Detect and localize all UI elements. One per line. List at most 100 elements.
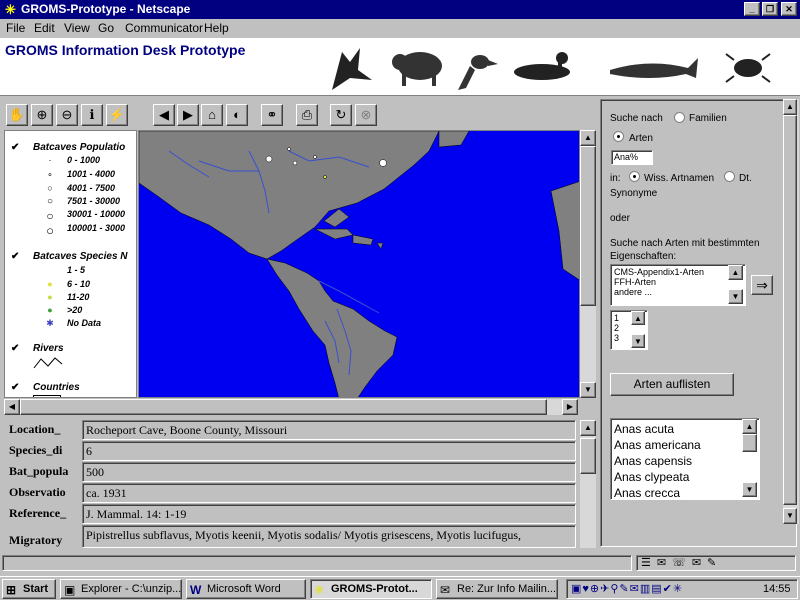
- close-button[interactable]: ✕: [781, 2, 797, 16]
- list-item[interactable]: FFH-Arten: [614, 277, 745, 287]
- list-item[interactable]: Anas acuta: [614, 421, 759, 437]
- status-icons: ☰✉☏✉✎: [636, 555, 796, 571]
- symbol-circle-2: ∘: [47, 169, 53, 179]
- radio-dt-artnamen[interactable]: [724, 171, 735, 182]
- attribute-value[interactable]: 500: [82, 462, 576, 482]
- legend-class: No Data: [67, 318, 102, 328]
- menu-communicator[interactable]: Communicator: [125, 21, 203, 35]
- attribute-key: Migratory: [9, 533, 63, 547]
- scroll-down-arrow-icon[interactable]: ▼: [728, 289, 743, 304]
- task-explorer[interactable]: ▣ Explorer - C:\unzip...: [60, 579, 182, 599]
- page-vertical-scrollbar[interactable]: ▲ ▼: [783, 99, 799, 524]
- synonyme-label: Synonyme: [610, 188, 658, 199]
- list-item[interactable]: Anas crecca: [614, 485, 759, 501]
- layer-checkbox-batcaves-population[interactable]: ✔: [11, 143, 22, 154]
- menu-go[interactable]: Go: [98, 21, 114, 35]
- scroll-up-arrow-icon[interactable]: ▲: [631, 311, 645, 325]
- layer-checkbox-countries[interactable]: ✔: [11, 383, 22, 394]
- scroll-up-arrow-icon[interactable]: ▲: [783, 99, 797, 115]
- attribute-value[interactable]: Pipistrellus subflavus, Myotis keenii, M…: [82, 525, 576, 548]
- scroll-up-arrow-icon[interactable]: ▲: [728, 265, 743, 280]
- forward-arrow-icon[interactable]: ▶: [177, 104, 199, 126]
- legend-class: 11-20: [67, 292, 90, 302]
- scroll-up-arrow-icon[interactable]: ▲: [580, 130, 596, 146]
- list-item[interactable]: CMS-Appendix1-Arten: [614, 267, 745, 277]
- scroll-up-arrow-icon[interactable]: ▲: [742, 419, 757, 434]
- scroll-thumb[interactable]: [20, 399, 547, 415]
- layer-name: Batcaves Species N: [33, 251, 128, 262]
- layer-checkbox-batcaves-species[interactable]: ✔: [11, 252, 22, 263]
- menu-view[interactable]: View: [64, 21, 90, 35]
- home-icon[interactable]: ⌂: [201, 104, 223, 126]
- list-item[interactable]: Anas americana: [614, 437, 759, 453]
- scroll-thumb[interactable]: [783, 115, 797, 505]
- number-listbox[interactable]: 1 2 3 ▲ ▼: [610, 310, 648, 350]
- hotlink-icon[interactable]: ⚡: [106, 104, 128, 126]
- word-icon: W: [190, 583, 202, 597]
- task-groms[interactable]: ✳ GROMS-Protot...: [310, 579, 432, 599]
- table-vertical-scrollbar[interactable]: ▲: [580, 420, 596, 548]
- attribute-value[interactable]: Rocheport Cave, Boone County, Missouri: [82, 420, 576, 440]
- binoculars-icon[interactable]: ⚭: [261, 104, 283, 126]
- wiss-artnamen-label: Wiss. Artnamen: [644, 173, 715, 184]
- attribute-key: Species_di: [9, 443, 63, 457]
- map-horizontal-scrollbar[interactable]: ◀ ▶: [4, 399, 578, 415]
- map-view[interactable]: [138, 130, 580, 398]
- list-item[interactable]: Anas clypeata: [614, 469, 759, 485]
- attribute-value[interactable]: ca. 1931: [82, 483, 576, 503]
- scroll-down-arrow-icon[interactable]: ▼: [631, 334, 645, 348]
- bat-icon: [332, 48, 372, 90]
- scroll-right-arrow-icon[interactable]: ▶: [562, 399, 578, 415]
- symbol-circle-5: ○: [46, 209, 54, 223]
- scroll-down-arrow-icon[interactable]: ▼: [742, 482, 757, 497]
- window-title: GROMS-Prototype - Netscape: [21, 2, 191, 16]
- attribute-value[interactable]: 6: [82, 441, 576, 461]
- refresh-icon[interactable]: ↻: [330, 104, 352, 126]
- add-arrow-icon[interactable]: ⇒: [751, 275, 773, 295]
- tray-icons[interactable]: ▣♥⊕✈⚲✎✉▥▤✔✳: [571, 582, 683, 595]
- legend-class: 7501 - 30000: [67, 196, 121, 206]
- globe-icon[interactable]: ◐: [226, 104, 248, 126]
- minimize-button[interactable]: _: [744, 2, 760, 16]
- zoom-in-icon[interactable]: ⊕: [31, 104, 53, 126]
- info-icon[interactable]: ℹ: [81, 104, 103, 126]
- scroll-thumb[interactable]: [742, 434, 757, 452]
- scroll-up-arrow-icon[interactable]: ▲: [580, 420, 596, 436]
- stop-icon[interactable]: ⊗: [355, 104, 377, 126]
- window-title-bar[interactable]: ✳ GROMS-Prototype - Netscape _ ❐ ✕: [0, 0, 800, 19]
- hand-icon[interactable]: ✋: [6, 104, 28, 126]
- attribute-value[interactable]: J. Mammal. 14: 1-19: [82, 504, 576, 524]
- mail-icon: ✉: [440, 583, 451, 597]
- arten-label: Arten: [629, 133, 653, 144]
- sturgeon-icon: [610, 58, 698, 78]
- list-item[interactable]: Anas capensis: [614, 453, 759, 469]
- properties-listbox[interactable]: CMS-Appendix1-Arten FFH-Arten andere ...…: [610, 264, 746, 306]
- scroll-thumb[interactable]: [580, 438, 596, 474]
- scroll-thumb[interactable]: [580, 146, 596, 306]
- task-mail[interactable]: ✉ Re: Zur Info Mailin...: [436, 579, 558, 599]
- menu-file[interactable]: File: [6, 21, 25, 35]
- start-button[interactable]: ⊞ Start: [2, 579, 56, 599]
- americas-map[interactable]: [139, 131, 580, 398]
- scroll-left-arrow-icon[interactable]: ◀: [4, 399, 20, 415]
- list-species-button[interactable]: Arten auflisten: [610, 373, 734, 396]
- zoom-out-icon[interactable]: ⊖: [56, 104, 78, 126]
- results-listbox[interactable]: Anas acuta Anas americana Anas capensis …: [610, 418, 760, 500]
- legend-class: 6 - 10: [67, 279, 91, 289]
- maximize-button[interactable]: ❐: [762, 2, 778, 16]
- print-icon[interactable]: ⎙: [296, 104, 318, 126]
- scroll-down-arrow-icon[interactable]: ▼: [783, 508, 797, 524]
- radio-wiss-artnamen[interactable]: [629, 171, 640, 182]
- menu-edit[interactable]: Edit: [34, 21, 55, 35]
- species-query-input[interactable]: Ana%: [611, 150, 653, 165]
- radio-familien[interactable]: [674, 112, 685, 123]
- task-word[interactable]: W Microsoft Word: [186, 579, 306, 599]
- radio-arten[interactable]: [613, 131, 624, 142]
- list-item[interactable]: andere ...: [614, 287, 745, 297]
- animal-illustrations: [332, 48, 771, 90]
- menu-help[interactable]: Help: [204, 21, 229, 35]
- back-arrow-icon[interactable]: ◀: [153, 104, 175, 126]
- scroll-down-arrow-icon[interactable]: ▼: [580, 382, 596, 398]
- map-vertical-scrollbar[interactable]: ▲ ▼: [580, 130, 596, 398]
- layer-checkbox-rivers[interactable]: ✔: [11, 344, 22, 355]
